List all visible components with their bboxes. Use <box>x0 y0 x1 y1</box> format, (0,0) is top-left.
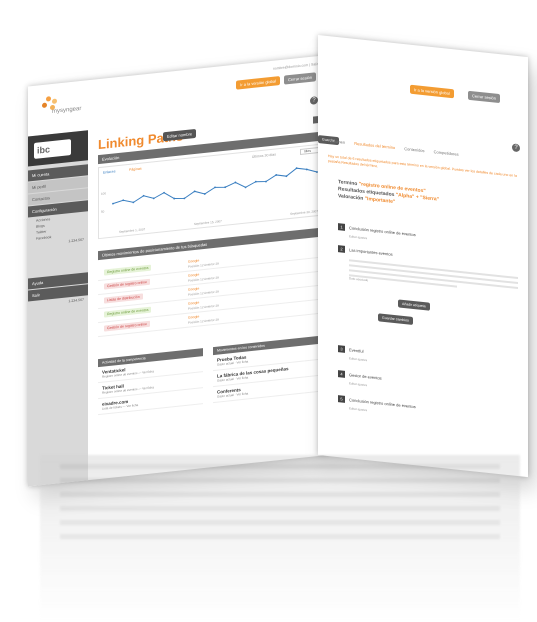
data-point <box>285 175 288 178</box>
data-point <box>112 202 114 205</box>
front-page: nombre@dominio.com | Salir Ir a la versi… <box>28 55 328 487</box>
tab-competitors[interactable]: Competidores <box>434 149 459 157</box>
logout-button[interactable]: Cerrar sesión <box>283 72 316 85</box>
section-number: 3 <box>338 345 345 353</box>
content-column: Movimientos en los contenidos Prueba Tod… <box>213 336 318 404</box>
tab-contents[interactable]: Contenidos <box>404 146 424 153</box>
section-number: 2 <box>338 245 345 253</box>
series-line <box>112 167 318 205</box>
global-version-button[interactable]: Ir a la versión global <box>236 76 280 90</box>
row-tag: Registro online de eventos <box>104 306 152 318</box>
section-label: Gestor de eventos <box>349 372 382 381</box>
data-point <box>193 190 196 193</box>
data-point <box>254 180 257 183</box>
edit-name-button[interactable]: Editar nombre <box>163 128 197 142</box>
data-point <box>295 167 298 170</box>
tab-term-results[interactable]: Resultados del término <box>354 141 395 150</box>
top-small-links: nombre@dominio.com | Salir <box>272 62 318 71</box>
data-point <box>132 201 135 204</box>
brand-logo-text: mysyngear <box>52 105 82 116</box>
data-point <box>203 193 206 195</box>
global-version-button[interactable]: Ir a la versión global <box>410 84 454 99</box>
data-point <box>214 186 216 189</box>
data-point <box>305 168 308 171</box>
page-reflection <box>40 455 520 620</box>
row-tag: Gestión de registro online <box>104 320 150 332</box>
data-point <box>122 199 125 202</box>
client-logo: ibc <box>28 130 88 167</box>
competition-column: Actividad de la competencia Ventatickel … <box>98 348 203 416</box>
data-point <box>275 174 278 176</box>
section-label: Las importantes eventos <box>349 247 393 257</box>
data-point <box>265 180 267 183</box>
logo-dots-icon <box>38 92 88 111</box>
notice-text: Hay un total de 6 resultados etiquetados… <box>328 154 517 178</box>
data-point <box>152 197 155 200</box>
tabs: Resumen Resultados del término Contenido… <box>328 138 467 158</box>
row-tag: Gestión de registro online <box>104 278 150 290</box>
section-meta[interactable]: Editar ajustes <box>349 406 518 428</box>
data-point <box>224 186 227 189</box>
client-logo-text: ibc <box>34 139 71 159</box>
add-tag-button[interactable]: Añadir etiqueta <box>398 299 430 311</box>
section-number: 1 <box>338 223 345 231</box>
logout-button[interactable]: Cerrar sesión <box>468 90 501 104</box>
term-summary: Termino "registro online de eventos" Res… <box>338 179 439 211</box>
sidebar: ibc Mi cuenta Mi perfil Contactos Config… <box>28 130 88 487</box>
help-icon[interactable]: ? <box>310 96 318 105</box>
data-point <box>183 197 186 200</box>
section-label: Eventful <box>349 347 364 354</box>
row-tag: Registro online de eventos <box>104 264 152 276</box>
section-number: 5 <box>338 395 345 403</box>
row-tag: Listas de distribución <box>104 293 143 304</box>
brand-logo: mysyngear <box>38 92 88 123</box>
data-point <box>142 194 145 197</box>
help-icon[interactable]: ? <box>512 143 520 153</box>
ranking-list: Registro online de eventos Google Posici… <box>98 243 323 338</box>
back-page: Ir a la versión global Cerrar sesión ? G… <box>318 35 528 478</box>
save-changes-button[interactable]: Guardar cambios <box>378 313 413 325</box>
valuation-label: Valoración <box>338 193 364 202</box>
section-number: 4 <box>338 370 345 378</box>
